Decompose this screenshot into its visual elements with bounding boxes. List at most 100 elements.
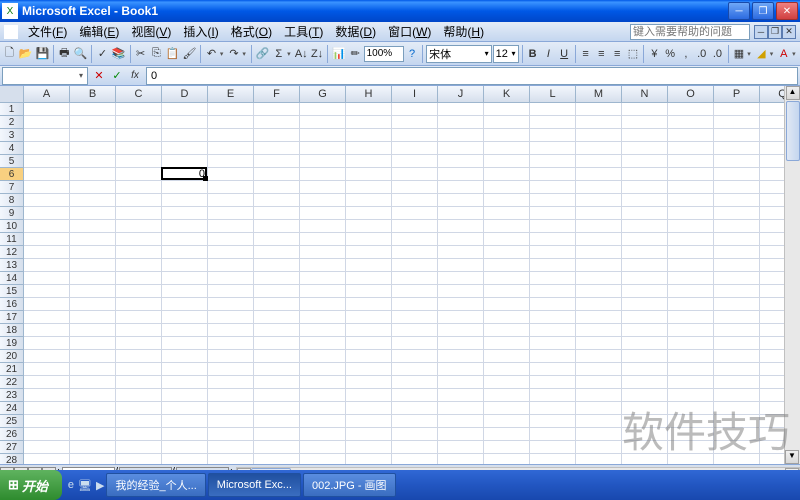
cell-J4[interactable] (438, 142, 484, 155)
cell-M12[interactable] (576, 246, 622, 259)
align-left-icon[interactable]: ≡ (578, 44, 593, 64)
cell-J24[interactable] (438, 402, 484, 415)
cell-E25[interactable] (208, 415, 254, 428)
cell-C16[interactable] (116, 298, 162, 311)
cell-I25[interactable] (392, 415, 438, 428)
cell-C15[interactable] (116, 285, 162, 298)
cell-I5[interactable] (392, 155, 438, 168)
cell-C25[interactable] (116, 415, 162, 428)
cell-D18[interactable] (162, 324, 208, 337)
cell-N14[interactable] (622, 272, 668, 285)
cell-P23[interactable] (714, 389, 760, 402)
row-header-8[interactable]: 8 (0, 194, 24, 207)
confirm-icon[interactable]: ✓ (108, 67, 126, 85)
chart-icon[interactable]: 📊 (331, 44, 347, 64)
cell-K8[interactable] (484, 194, 530, 207)
cell-G24[interactable] (300, 402, 346, 415)
row-header-21[interactable]: 21 (0, 363, 24, 376)
cell-A25[interactable] (24, 415, 70, 428)
cell-N12[interactable] (622, 246, 668, 259)
borders-icon[interactable]: ▦ (732, 44, 747, 64)
cell-N15[interactable] (622, 285, 668, 298)
cell-F6[interactable] (254, 168, 300, 181)
cell-J7[interactable] (438, 181, 484, 194)
cell-D26[interactable] (162, 428, 208, 441)
cell-M17[interactable] (576, 311, 622, 324)
cell-F3[interactable] (254, 129, 300, 142)
cell-P6[interactable] (714, 168, 760, 181)
cell-E1[interactable] (208, 103, 254, 116)
cell-A19[interactable] (24, 337, 70, 350)
cell-A11[interactable] (24, 233, 70, 246)
taskbar-item-0[interactable]: 我的经验_个人... (106, 473, 205, 497)
cell-F17[interactable] (254, 311, 300, 324)
cell-M10[interactable] (576, 220, 622, 233)
cell-J14[interactable] (438, 272, 484, 285)
cell-B16[interactable] (70, 298, 116, 311)
cell-H19[interactable] (346, 337, 392, 350)
cell-L22[interactable] (530, 376, 576, 389)
row-header-1[interactable]: 1 (0, 103, 24, 116)
cell-B12[interactable] (70, 246, 116, 259)
print-icon[interactable]: 🖶 (57, 44, 72, 64)
cell-G23[interactable] (300, 389, 346, 402)
row-header-7[interactable]: 7 (0, 181, 24, 194)
row-header-27[interactable]: 27 (0, 441, 24, 454)
row-header-28[interactable]: 28 (0, 454, 24, 464)
cell-I21[interactable] (392, 363, 438, 376)
cell-F14[interactable] (254, 272, 300, 285)
cell-M25[interactable] (576, 415, 622, 428)
cell-B9[interactable] (70, 207, 116, 220)
cell-J16[interactable] (438, 298, 484, 311)
cell-D17[interactable] (162, 311, 208, 324)
cell-A20[interactable] (24, 350, 70, 363)
row-header-13[interactable]: 13 (0, 259, 24, 272)
cell-K3[interactable] (484, 129, 530, 142)
cell-B26[interactable] (70, 428, 116, 441)
align-center-icon[interactable]: ≡ (594, 44, 609, 64)
cell-O26[interactable] (668, 428, 714, 441)
cell-F12[interactable] (254, 246, 300, 259)
cell-C13[interactable] (116, 259, 162, 272)
row-header-12[interactable]: 12 (0, 246, 24, 259)
cell-F18[interactable] (254, 324, 300, 337)
autosum-icon[interactable]: Σ (271, 44, 286, 64)
undo-icon[interactable]: ↶ (204, 44, 219, 64)
cell-A17[interactable] (24, 311, 70, 324)
cell-M5[interactable] (576, 155, 622, 168)
cell-H22[interactable] (346, 376, 392, 389)
cell-O7[interactable] (668, 181, 714, 194)
cell-D23[interactable] (162, 389, 208, 402)
cell-J15[interactable] (438, 285, 484, 298)
cell-F26[interactable] (254, 428, 300, 441)
cell-J12[interactable] (438, 246, 484, 259)
cell-C10[interactable] (116, 220, 162, 233)
cell-A23[interactable] (24, 389, 70, 402)
cell-D28[interactable] (162, 454, 208, 464)
cell-J2[interactable] (438, 116, 484, 129)
cell-L4[interactable] (530, 142, 576, 155)
taskbar-item-1[interactable]: Microsoft Exc... (208, 473, 301, 497)
cell-H4[interactable] (346, 142, 392, 155)
cell-H6[interactable] (346, 168, 392, 181)
cell-I6[interactable] (392, 168, 438, 181)
cell-I16[interactable] (392, 298, 438, 311)
cell-P13[interactable] (714, 259, 760, 272)
cell-A27[interactable] (24, 441, 70, 454)
cell-A3[interactable] (24, 129, 70, 142)
cell-A24[interactable] (24, 402, 70, 415)
cell-I10[interactable] (392, 220, 438, 233)
cell-D2[interactable] (162, 116, 208, 129)
cell-E7[interactable] (208, 181, 254, 194)
cell-C19[interactable] (116, 337, 162, 350)
cell-C6[interactable] (116, 168, 162, 181)
cell-I4[interactable] (392, 142, 438, 155)
cell-O3[interactable] (668, 129, 714, 142)
cell-K23[interactable] (484, 389, 530, 402)
cell-P19[interactable] (714, 337, 760, 350)
doc-restore-button[interactable]: ❐ (768, 25, 782, 39)
cell-K17[interactable] (484, 311, 530, 324)
cell-I28[interactable] (392, 454, 438, 464)
cell-N24[interactable] (622, 402, 668, 415)
cell-F24[interactable] (254, 402, 300, 415)
